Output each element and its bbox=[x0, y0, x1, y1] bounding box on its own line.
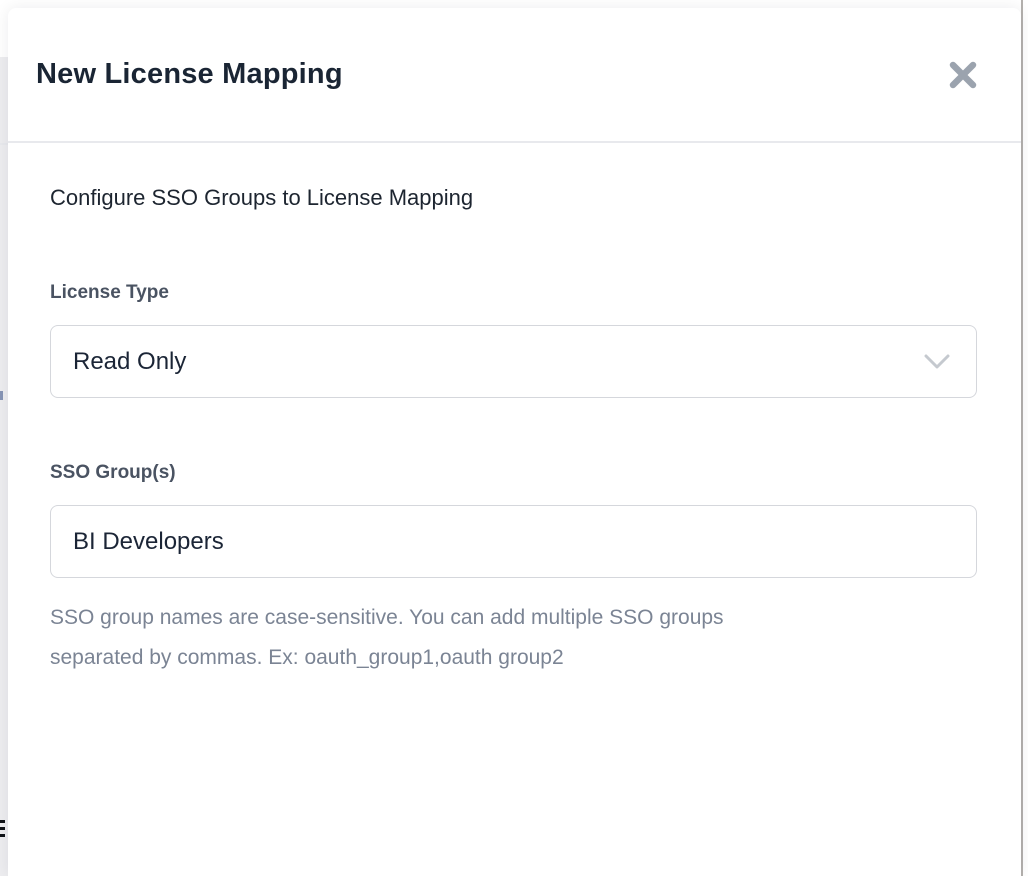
license-type-label: License Type bbox=[50, 281, 977, 305]
chevron-down-icon bbox=[924, 354, 950, 370]
license-type-select[interactable]: Read Only bbox=[50, 325, 977, 398]
sso-groups-label: SSO Group(s) bbox=[50, 461, 977, 485]
close-button[interactable] bbox=[943, 55, 983, 95]
helper-line: separated by commas. Ex: oauth_group1,oa… bbox=[50, 638, 977, 678]
sso-groups-input[interactable] bbox=[50, 505, 977, 578]
license-type-selected-value: Read Only bbox=[73, 348, 186, 376]
section-heading: Configure SSO Groups to License Mapping bbox=[50, 185, 977, 211]
background-left-strip bbox=[0, 57, 8, 876]
modal-body: Configure SSO Groups to License Mapping … bbox=[8, 143, 1021, 678]
background-artifact bbox=[0, 820, 6, 841]
modal-header: New License Mapping bbox=[8, 8, 1021, 143]
helper-line: SSO group names are case-sensitive. You … bbox=[50, 598, 977, 638]
page-edge-line bbox=[1021, 0, 1023, 876]
sso-groups-helper-text: SSO group names are case-sensitive. You … bbox=[50, 598, 977, 678]
close-icon bbox=[947, 59, 979, 91]
modal-title: New License Mapping bbox=[36, 58, 343, 91]
new-license-mapping-modal: New License Mapping Configure SSO Groups… bbox=[8, 8, 1021, 876]
background-artifact bbox=[0, 391, 3, 400]
background-divider-fragment bbox=[0, 143, 8, 145]
